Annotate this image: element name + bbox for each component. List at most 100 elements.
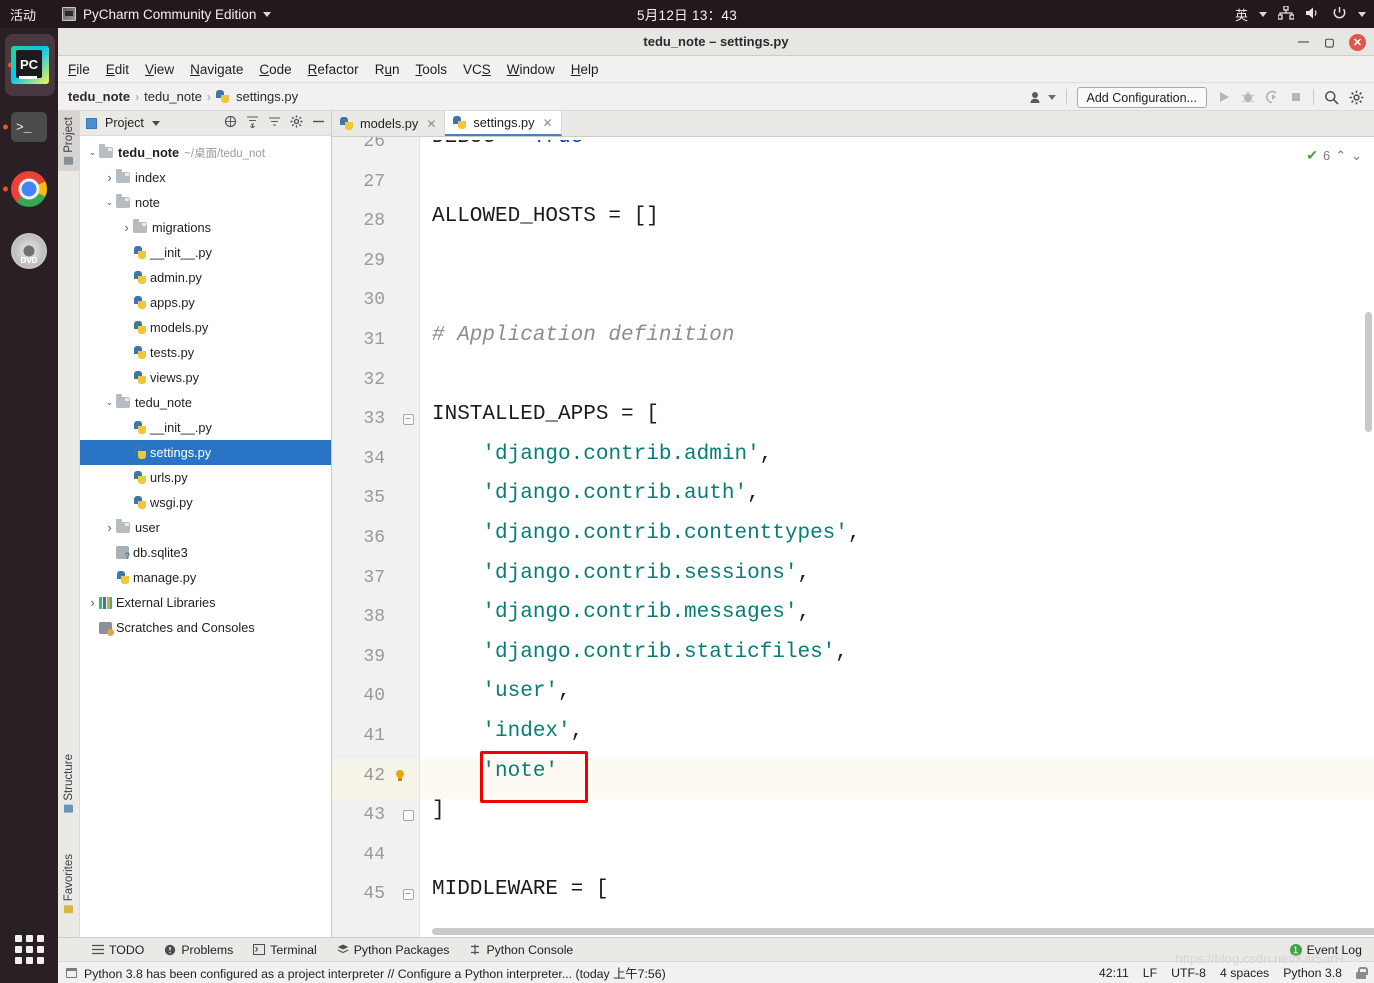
dock-item-chrome[interactable]: [0, 158, 58, 220]
tool-button-python-console[interactable]: Python Console: [469, 943, 573, 957]
expand-all-icon[interactable]: [246, 115, 259, 131]
lock-icon[interactable]: [1356, 966, 1368, 979]
add-configuration-button[interactable]: Add Configuration...: [1076, 86, 1207, 108]
app-menu-button[interactable]: PyCharm Community Edition: [62, 7, 272, 22]
code-editor[interactable]: 26 27 28 29 30 31 32 33 − 34 35 36 37 38 39 40 41 42 43 44 4…: [332, 137, 1374, 937]
menu-tools[interactable]: Tools: [415, 62, 447, 77]
tree-item-tests-py[interactable]: tests.py: [80, 340, 331, 365]
chevron-down-icon[interactable]: [1358, 11, 1366, 17]
run-icon[interactable]: [1217, 90, 1231, 104]
close-icon[interactable]: ✕: [426, 117, 436, 131]
coverage-icon[interactable]: [1265, 90, 1279, 104]
chevron-down-icon[interactable]: ⌄: [103, 397, 116, 408]
menu-navigate[interactable]: Navigate: [190, 62, 243, 77]
collapse-all-icon[interactable]: [268, 115, 281, 131]
interpreter-setting[interactable]: Python 3.8: [1283, 966, 1342, 980]
sidebar-item-favorites[interactable]: Favorites: [58, 848, 80, 919]
tree-item--init-py[interactable]: __init__.py: [80, 240, 331, 265]
power-icon[interactable]: [1332, 6, 1347, 23]
breadcrumb-item-project[interactable]: tedu_note: [68, 89, 130, 104]
tree-item-external-libraries[interactable]: › External Libraries: [80, 590, 331, 615]
editor-gutter[interactable]: 26 27 28 29 30 31 32 33 − 34 35 36 37 38 39 40 41 42 43 44 4…: [332, 137, 420, 937]
stop-icon[interactable]: [1289, 90, 1303, 104]
tree-item-index[interactable]: › index: [80, 165, 331, 190]
menu-view[interactable]: View: [145, 62, 174, 77]
close-icon[interactable]: ✕: [543, 116, 553, 130]
editor-tab-models[interactable]: models.py ✕: [332, 111, 446, 136]
editor-tab-settings[interactable]: settings.py ✕: [445, 111, 562, 136]
network-icon[interactable]: [1277, 4, 1295, 23]
volume-icon[interactable]: [1305, 6, 1321, 23]
chevron-right-icon[interactable]: ›: [120, 220, 133, 235]
tree-item-wsgi-py[interactable]: wsgi.py: [80, 490, 331, 515]
debug-icon[interactable]: [1241, 90, 1255, 104]
tree-item-apps-py[interactable]: apps.py: [80, 290, 331, 315]
show-applications-button[interactable]: [0, 921, 58, 977]
tree-item-scratches-and-consoles[interactable]: Scratches and Consoles: [80, 615, 331, 640]
tool-button-todo[interactable]: TODO: [92, 943, 144, 957]
tree-item-migrations[interactable]: › migrations: [80, 215, 331, 240]
tree-item-tedu-note[interactable]: ⌄ tedu_note ~/桌面/tedu_not: [80, 140, 331, 165]
breadcrumb-item-module[interactable]: tedu_note: [144, 89, 202, 104]
inspection-widget[interactable]: ✔ 6 ⌃ ⌄: [1306, 147, 1362, 164]
chevron-down-icon[interactable]: [1259, 11, 1267, 17]
input-method-label[interactable]: 英: [1235, 5, 1248, 24]
fold-collapse-icon[interactable]: −: [401, 412, 415, 426]
menu-file[interactable]: File: [68, 62, 90, 77]
locate-icon[interactable]: [224, 115, 237, 131]
clock[interactable]: 5月12日 13：43: [567, 4, 807, 24]
status-message[interactable]: Python 3.8 has been configured as a proj…: [84, 964, 666, 982]
chevron-down-icon[interactable]: ⌄: [103, 197, 116, 208]
tree-item-db-sqlite3[interactable]: db.sqlite3: [80, 540, 331, 565]
menu-edit[interactable]: Edit: [106, 62, 129, 77]
sidebar-item-project[interactable]: Project: [58, 111, 80, 171]
line-separator[interactable]: LF: [1143, 966, 1157, 980]
user-icon[interactable]: [1030, 91, 1056, 104]
tree-item-admin-py[interactable]: admin.py: [80, 265, 331, 290]
menu-code[interactable]: Code: [259, 62, 291, 77]
dock-item-pycharm[interactable]: [5, 34, 55, 96]
tree-item-models-py[interactable]: models.py: [80, 315, 331, 340]
panel-settings-gear-icon[interactable]: [290, 115, 303, 131]
activities-button[interactable]: 活动: [0, 5, 48, 24]
tree-item-user[interactable]: › user: [80, 515, 331, 540]
tree-item-urls-py[interactable]: urls.py: [80, 465, 331, 490]
tree-item-manage-py[interactable]: manage.py: [80, 565, 331, 590]
chevron-right-icon[interactable]: ›: [103, 520, 116, 535]
tool-button-terminal[interactable]: Terminal: [253, 943, 317, 957]
chevron-right-icon[interactable]: ›: [103, 170, 116, 185]
tree-item-note[interactable]: ⌄ note: [80, 190, 331, 215]
menu-refactor[interactable]: Refactor: [308, 62, 359, 77]
tool-button-problems[interactable]: Problems: [164, 943, 233, 957]
tool-button-python-packages[interactable]: Python Packages: [337, 943, 449, 957]
menu-help[interactable]: Help: [571, 62, 599, 77]
file-encoding[interactable]: UTF-8: [1171, 966, 1206, 980]
settings-gear-icon[interactable]: [1349, 90, 1364, 105]
tree-item-tedu-note[interactable]: ⌄ tedu_note: [80, 390, 331, 415]
vertical-scrollbar[interactable]: [1365, 312, 1372, 432]
sidebar-item-structure[interactable]: Structure: [58, 748, 80, 819]
menu-vcs[interactable]: VCS: [463, 62, 491, 77]
menu-run[interactable]: Run: [375, 62, 400, 77]
tree-item--init-py[interactable]: __init__.py: [80, 415, 331, 440]
fold-end-icon[interactable]: [401, 808, 415, 822]
fold-collapse-icon[interactable]: −: [401, 887, 415, 901]
code-text-area[interactable]: ✔ 6 ⌃ ⌄ DEBUG = True ALLOWED_HOSTS = [] # …: [420, 137, 1374, 937]
hide-panel-icon[interactable]: [312, 115, 325, 131]
search-icon[interactable]: [1324, 90, 1339, 105]
chevron-right-icon[interactable]: ›: [86, 595, 99, 610]
intention-bulb-icon[interactable]: [393, 769, 407, 784]
next-problem-icon[interactable]: ⌄: [1351, 148, 1362, 164]
close-button[interactable]: ✕: [1349, 33, 1366, 51]
chevron-down-icon[interactable]: [151, 120, 160, 126]
minimize-button[interactable]: —: [1297, 36, 1310, 49]
dock-item-dvd[interactable]: DVD: [0, 220, 58, 282]
indent-setting[interactable]: 4 spaces: [1220, 966, 1269, 980]
caret-position[interactable]: 42:11: [1099, 966, 1129, 980]
tree-item-settings-py[interactable]: settings.py: [80, 440, 331, 465]
event-log-button[interactable]: 1 Event Log: [1289, 943, 1362, 957]
horizontal-scrollbar[interactable]: [432, 928, 1374, 935]
dock-item-terminal[interactable]: >_: [0, 96, 58, 158]
breadcrumb-item-file[interactable]: settings.py: [236, 89, 298, 104]
menu-window[interactable]: Window: [507, 62, 555, 77]
